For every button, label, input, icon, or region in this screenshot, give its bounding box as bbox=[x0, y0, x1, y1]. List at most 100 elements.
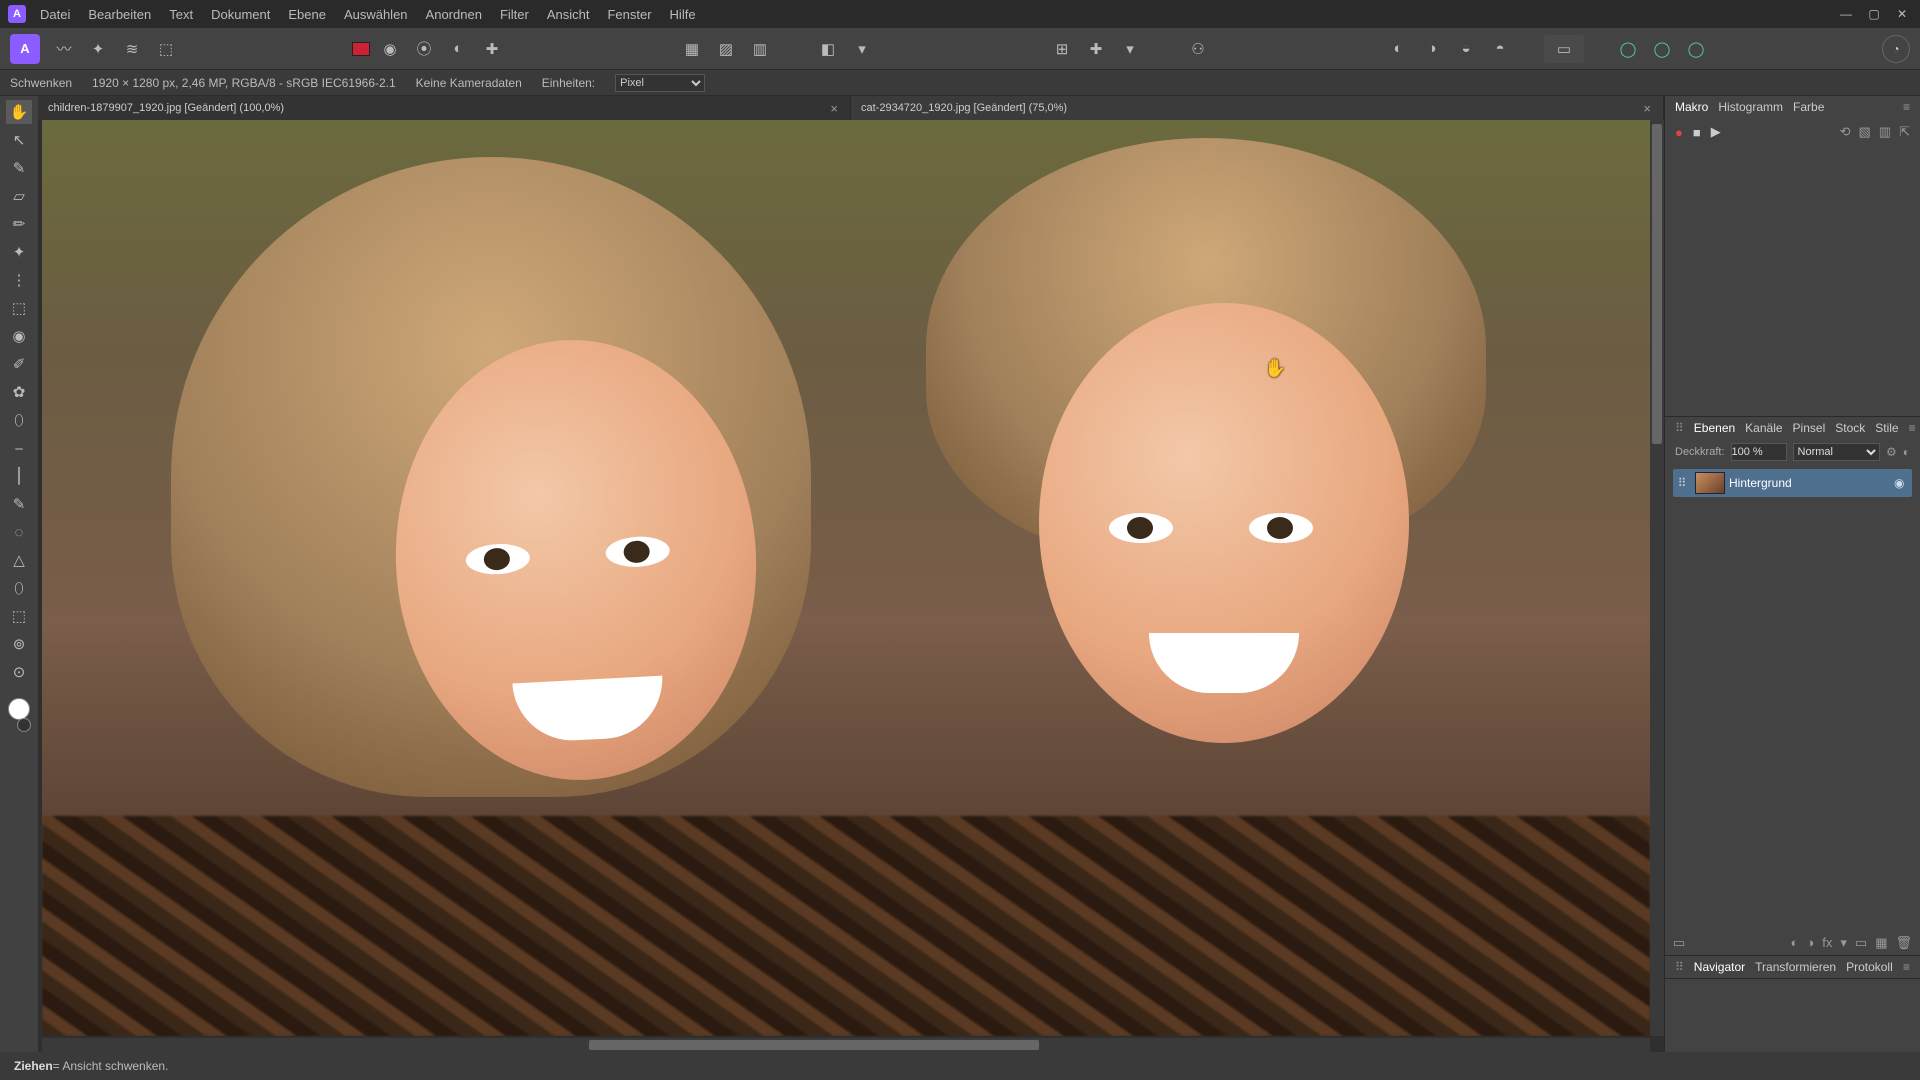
panel-grip-icon[interactable]: ⠿ bbox=[1675, 421, 1684, 435]
menu-ebene[interactable]: Ebene bbox=[288, 7, 326, 22]
arrange-forward-icon[interactable]: ◒ bbox=[1452, 35, 1480, 63]
arrange-back-icon[interactable]: ◐ bbox=[1384, 35, 1412, 63]
sharpen-tool-icon[interactable]: △ bbox=[6, 548, 32, 572]
selectionbrush-tool-icon[interactable]: ✏ bbox=[6, 212, 32, 236]
maximize-button[interactable]: ▢ bbox=[1864, 7, 1884, 21]
tab-ebenen[interactable]: Ebenen bbox=[1694, 421, 1735, 435]
selection-new-icon[interactable]: ▦ bbox=[678, 35, 706, 63]
arrange-backward-icon[interactable]: ◑ bbox=[1418, 35, 1446, 63]
menu-auswaehlen[interactable]: Auswählen bbox=[344, 7, 408, 22]
autolevels-icon[interactable]: ◉ bbox=[376, 35, 404, 63]
quickmask-dropdown-icon[interactable]: ▾ bbox=[848, 35, 876, 63]
menu-datei[interactable]: Datei bbox=[40, 7, 70, 22]
tab-farbe[interactable]: Farbe bbox=[1793, 100, 1824, 114]
mask-icon[interactable]: ◐ bbox=[1791, 935, 1799, 951]
canvas[interactable]: ✋ bbox=[42, 120, 1650, 1036]
persona-photo-icon[interactable]: A bbox=[10, 34, 40, 64]
macro-reset-icon[interactable]: ⟲ bbox=[1840, 124, 1851, 140]
menu-hilfe[interactable]: Hilfe bbox=[670, 7, 696, 22]
crop-tool-icon[interactable]: ▱ bbox=[6, 184, 32, 208]
align-icon[interactable]: ▭ bbox=[1544, 35, 1584, 63]
quickmask-icon[interactable]: ◧ bbox=[814, 35, 842, 63]
macro-add-icon[interactable]: ▧ bbox=[1859, 124, 1871, 140]
move-tool-icon[interactable]: ↖ bbox=[6, 128, 32, 152]
autocolors-icon[interactable]: ◐ bbox=[444, 35, 472, 63]
marquee-tool-icon[interactable]: ⋮ bbox=[6, 268, 32, 292]
nav-menu-icon[interactable]: ≡ bbox=[1903, 960, 1910, 974]
persona-develop-icon[interactable]: ✦ bbox=[84, 35, 112, 63]
blur-tool-icon[interactable]: ◌ bbox=[6, 520, 32, 544]
tab-protokoll[interactable]: Protokoll bbox=[1846, 960, 1893, 974]
adjustment-icon[interactable]: ◑ bbox=[1806, 935, 1814, 951]
tab-histogramm[interactable]: Histogramm bbox=[1718, 100, 1783, 114]
arrange-front-icon[interactable]: ◓ bbox=[1486, 35, 1514, 63]
autocontrast-icon[interactable]: ⦿ bbox=[410, 35, 438, 63]
colorpicker-tool-icon[interactable]: ✎ bbox=[6, 156, 32, 180]
layer-checkbox-icon[interactable]: ◉ bbox=[1894, 476, 1912, 490]
layer-fx-icon[interactable]: ◐ bbox=[1903, 445, 1910, 459]
snapping-dropdown-icon[interactable]: ▾ bbox=[1116, 35, 1144, 63]
menu-text[interactable]: Text bbox=[169, 7, 193, 22]
fill-tool-icon[interactable]: ✿ bbox=[6, 380, 32, 404]
panel-menu-icon[interactable]: ≡ bbox=[1903, 100, 1910, 114]
tab-kanaele[interactable]: Kanäle bbox=[1745, 421, 1782, 435]
fx-icon[interactable]: fx bbox=[1822, 935, 1832, 951]
smudge-tool-icon[interactable]: ⬯ bbox=[6, 576, 32, 600]
tab-pinsel[interactable]: Pinsel bbox=[1793, 421, 1826, 435]
layers-footer-a-icon[interactable]: ▭ bbox=[1673, 935, 1685, 951]
layer-row[interactable]: ⠿ Hintergrund ◉ bbox=[1673, 469, 1912, 497]
redeye-tool-icon[interactable]: ⬚ bbox=[6, 604, 32, 628]
vertical-scrollbar[interactable] bbox=[1650, 120, 1664, 1036]
dodge-tool-icon[interactable]: ⬯ bbox=[6, 408, 32, 432]
layers-menu-icon[interactable]: ≡ bbox=[1909, 421, 1916, 435]
panel-grip-icon[interactable]: ⠿ bbox=[1675, 960, 1684, 974]
doc-tab-1[interactable]: children-1879907_1920.jpg [Geändert] (10… bbox=[38, 96, 851, 120]
persona-export-icon[interactable]: ⬚ bbox=[152, 35, 180, 63]
clone-tool-icon[interactable]: ⎯ bbox=[6, 436, 32, 460]
hand-tool-icon[interactable]: ✋ bbox=[6, 100, 32, 124]
delete-icon[interactable]: 🗑 bbox=[1895, 935, 1912, 951]
tab-makro[interactable]: Makro bbox=[1675, 100, 1708, 114]
freehand-tool-icon[interactable]: ⬚ bbox=[6, 296, 32, 320]
flood-tool-icon[interactable]: ✦ bbox=[6, 240, 32, 264]
horizontal-scrollbar[interactable] bbox=[42, 1038, 1650, 1052]
selection-sub-icon[interactable]: ▥ bbox=[746, 35, 774, 63]
crop-icon[interactable]: ⊞ bbox=[1048, 35, 1076, 63]
doc-tab-1-close-icon[interactable]: × bbox=[828, 101, 840, 116]
tab-navigator[interactable]: Navigator bbox=[1694, 960, 1745, 974]
paintbrush-tool-icon[interactable]: ◉ bbox=[6, 324, 32, 348]
doc-tab-2-close-icon[interactable]: × bbox=[1641, 101, 1653, 116]
close-button[interactable]: ✕ bbox=[1892, 7, 1912, 21]
opacity-input[interactable] bbox=[1731, 443, 1787, 461]
units-select[interactable]: Pixel bbox=[615, 74, 705, 92]
tab-stile[interactable]: Stile bbox=[1875, 421, 1898, 435]
zoom-tool-icon[interactable]: ⊙ bbox=[6, 660, 32, 684]
sync-a-icon[interactable]: ◯ bbox=[1614, 35, 1642, 63]
swatch-icon[interactable] bbox=[352, 42, 370, 56]
layer-visibility-icon[interactable]: ⠿ bbox=[1673, 476, 1691, 490]
sync-c-icon[interactable]: ◯ bbox=[1682, 35, 1710, 63]
background-color-icon[interactable] bbox=[17, 718, 31, 732]
macro-export-icon[interactable]: ⇱ bbox=[1899, 124, 1910, 140]
group-icon[interactable]: ▭ bbox=[1855, 935, 1867, 951]
selection-add-icon[interactable]: ▨ bbox=[712, 35, 740, 63]
autowb-icon[interactable]: ✚ bbox=[478, 35, 506, 63]
persona-tonemap-icon[interactable]: ≋ bbox=[118, 35, 146, 63]
merge-icon[interactable]: ▾ bbox=[1840, 935, 1847, 951]
assistant-icon[interactable]: ⚇ bbox=[1184, 35, 1212, 63]
erase-tool-icon[interactable]: ✐ bbox=[6, 352, 32, 376]
menu-ansicht[interactable]: Ansicht bbox=[547, 7, 590, 22]
sync-b-icon[interactable]: ◯ bbox=[1648, 35, 1676, 63]
pen-tool-icon[interactable]: ✎ bbox=[6, 492, 32, 516]
doc-tab-2[interactable]: cat-2934720_1920.jpg [Geändert] (75,0%) … bbox=[851, 96, 1664, 120]
account-icon[interactable]: ◔ bbox=[1882, 35, 1910, 63]
addlayer-icon[interactable]: ▦ bbox=[1875, 935, 1887, 951]
macro-play-icon[interactable]: ▶ bbox=[1711, 124, 1721, 140]
blendmode-select[interactable]: Normal bbox=[1793, 443, 1880, 461]
tab-transformieren[interactable]: Transformieren bbox=[1755, 960, 1836, 974]
menu-bearbeiten[interactable]: Bearbeiten bbox=[88, 7, 151, 22]
menu-fenster[interactable]: Fenster bbox=[607, 7, 651, 22]
menu-anordnen[interactable]: Anordnen bbox=[426, 7, 482, 22]
persona-liquify-icon[interactable]: 〰 bbox=[50, 35, 78, 63]
menu-dokument[interactable]: Dokument bbox=[211, 7, 270, 22]
